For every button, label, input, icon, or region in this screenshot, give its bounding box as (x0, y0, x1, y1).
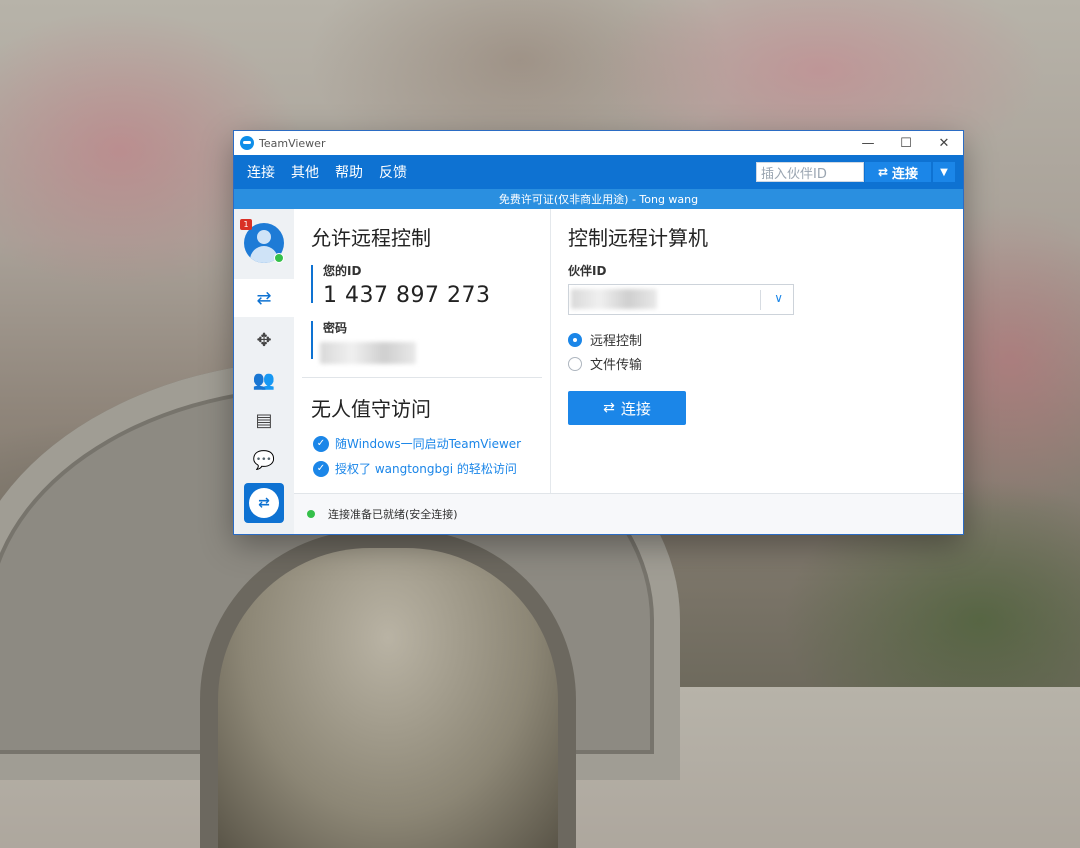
your-id-value[interactable]: 1 437 897 273 (323, 283, 490, 308)
contact-card-icon: ▤ (255, 409, 273, 431)
password-accent-bar (311, 321, 313, 359)
mode-label: 远程控制 (590, 334, 643, 349)
sidebar-item-computers[interactable]: ▤ (234, 401, 294, 439)
mode-file-transfer[interactable]: 文件传输 (568, 354, 642, 373)
mode-remote-control[interactable]: 远程控制 (568, 330, 642, 349)
quick-partner-id-input[interactable]: 插入伙伴ID (756, 162, 864, 182)
sidebar-item-meeting[interactable]: ✥ (234, 321, 294, 359)
unattended-option-easy-access[interactable]: ✓ 授权了 wangtongbgi 的轻松访问 (313, 460, 517, 477)
unattended-option-startup[interactable]: ✓ 随Windows一同启动TeamViewer (313, 435, 521, 452)
quick-connect-label: 连接 (892, 166, 919, 182)
partner-id-label: 伙伴ID (568, 264, 607, 278)
notification-badge: 1 (240, 219, 252, 230)
unattended-heading: 无人值守访问 (311, 397, 431, 421)
status-dot-icon (307, 510, 315, 518)
teamviewer-logo-button[interactable]: ⇄ (244, 483, 284, 523)
unattended-option-label: 授权了 wangtongbgi 的轻松访问 (335, 462, 517, 476)
wallpaper-arch (200, 530, 576, 848)
sidebar-item-contacts[interactable]: 👥 (234, 361, 294, 399)
control-remote-panel: 控制远程计算机 伙伴ID ∨ 远程控制 文件传输 ⇄ 连接 (550, 209, 963, 534)
allow-remote-heading: 允许远程控制 (311, 226, 431, 250)
chat-bubbles-icon: 💬 (252, 449, 276, 471)
teamviewer-logo-icon: ⇄ (249, 488, 279, 518)
section-divider (302, 377, 542, 378)
control-remote-heading: 控制远程计算机 (568, 226, 708, 250)
sidebar-item-chat[interactable]: 💬 (234, 441, 294, 479)
menu-connect[interactable]: 连接 (239, 162, 283, 182)
id-accent-bar (311, 265, 313, 303)
account-avatar[interactable]: 1 (240, 219, 284, 263)
close-button[interactable]: ✕ (925, 131, 963, 155)
allow-remote-panel: 允许远程控制 您的ID 1 437 897 273 密码 无人值守访问 ✓ 随W… (294, 209, 550, 534)
people-group-icon: 👥 (252, 369, 276, 391)
menu-bar: 连接 其他 帮助 反馈 插入伙伴ID ⇄ 连接 ▼ (234, 155, 963, 189)
expand-arrows-icon: ✥ (256, 329, 272, 351)
radio-selected-icon (568, 332, 582, 347)
partner-id-value-redacted (571, 289, 657, 309)
status-bar: 连接准备已就绪(安全连接) (294, 493, 963, 534)
quick-connect-dropdown[interactable]: ▼ (933, 162, 955, 182)
minimize-button[interactable]: — (849, 131, 887, 155)
window-title: TeamViewer (259, 136, 326, 150)
status-text: 连接准备已就绪(安全连接) (328, 508, 458, 521)
license-banner: 免费许可证(仅非商业用途) - Tong wang (234, 189, 963, 209)
swap-arrows-icon: ⇄ (603, 400, 615, 416)
swap-arrows-icon: ⇄ (256, 287, 272, 309)
online-status-icon (274, 253, 284, 263)
menu-other[interactable]: 其他 (283, 162, 327, 182)
checkmark-icon: ✓ (313, 435, 329, 452)
quick-connect-button[interactable]: ⇄ 连接 (865, 162, 931, 182)
password-value-redacted[interactable] (320, 342, 416, 364)
sidebar: 1 ⇄ ✥ 👥 ▤ 💬 ⇄ (234, 209, 294, 534)
partner-id-combobox[interactable]: ∨ (568, 284, 794, 315)
unattended-option-label: 随Windows一同启动TeamViewer (335, 437, 522, 451)
menu-feedback[interactable]: 反馈 (371, 162, 415, 182)
title-bar[interactable]: TeamViewer — ☐ ✕ (234, 131, 963, 155)
sidebar-item-remote-control[interactable]: ⇄ (234, 279, 294, 317)
maximize-button[interactable]: ☐ (887, 131, 925, 155)
connect-label: 连接 (620, 399, 651, 418)
swap-arrows-icon: ⇄ (877, 165, 889, 179)
teamviewer-window: TeamViewer — ☐ ✕ 连接 其他 帮助 反馈 插入伙伴ID ⇄ 连接… (234, 131, 963, 534)
password-label: 密码 (323, 321, 348, 335)
chevron-down-icon: ▼ (940, 166, 948, 178)
radio-unselected-icon (568, 356, 582, 371)
your-id-label: 您的ID (323, 264, 362, 278)
connect-button[interactable]: ⇄ 连接 (568, 391, 686, 425)
mode-label: 文件传输 (590, 358, 643, 373)
checkmark-icon: ✓ (313, 460, 329, 477)
menu-help[interactable]: 帮助 (327, 162, 371, 182)
teamviewer-app-icon (240, 136, 254, 150)
chevron-down-icon[interactable]: ∨ (774, 291, 783, 305)
